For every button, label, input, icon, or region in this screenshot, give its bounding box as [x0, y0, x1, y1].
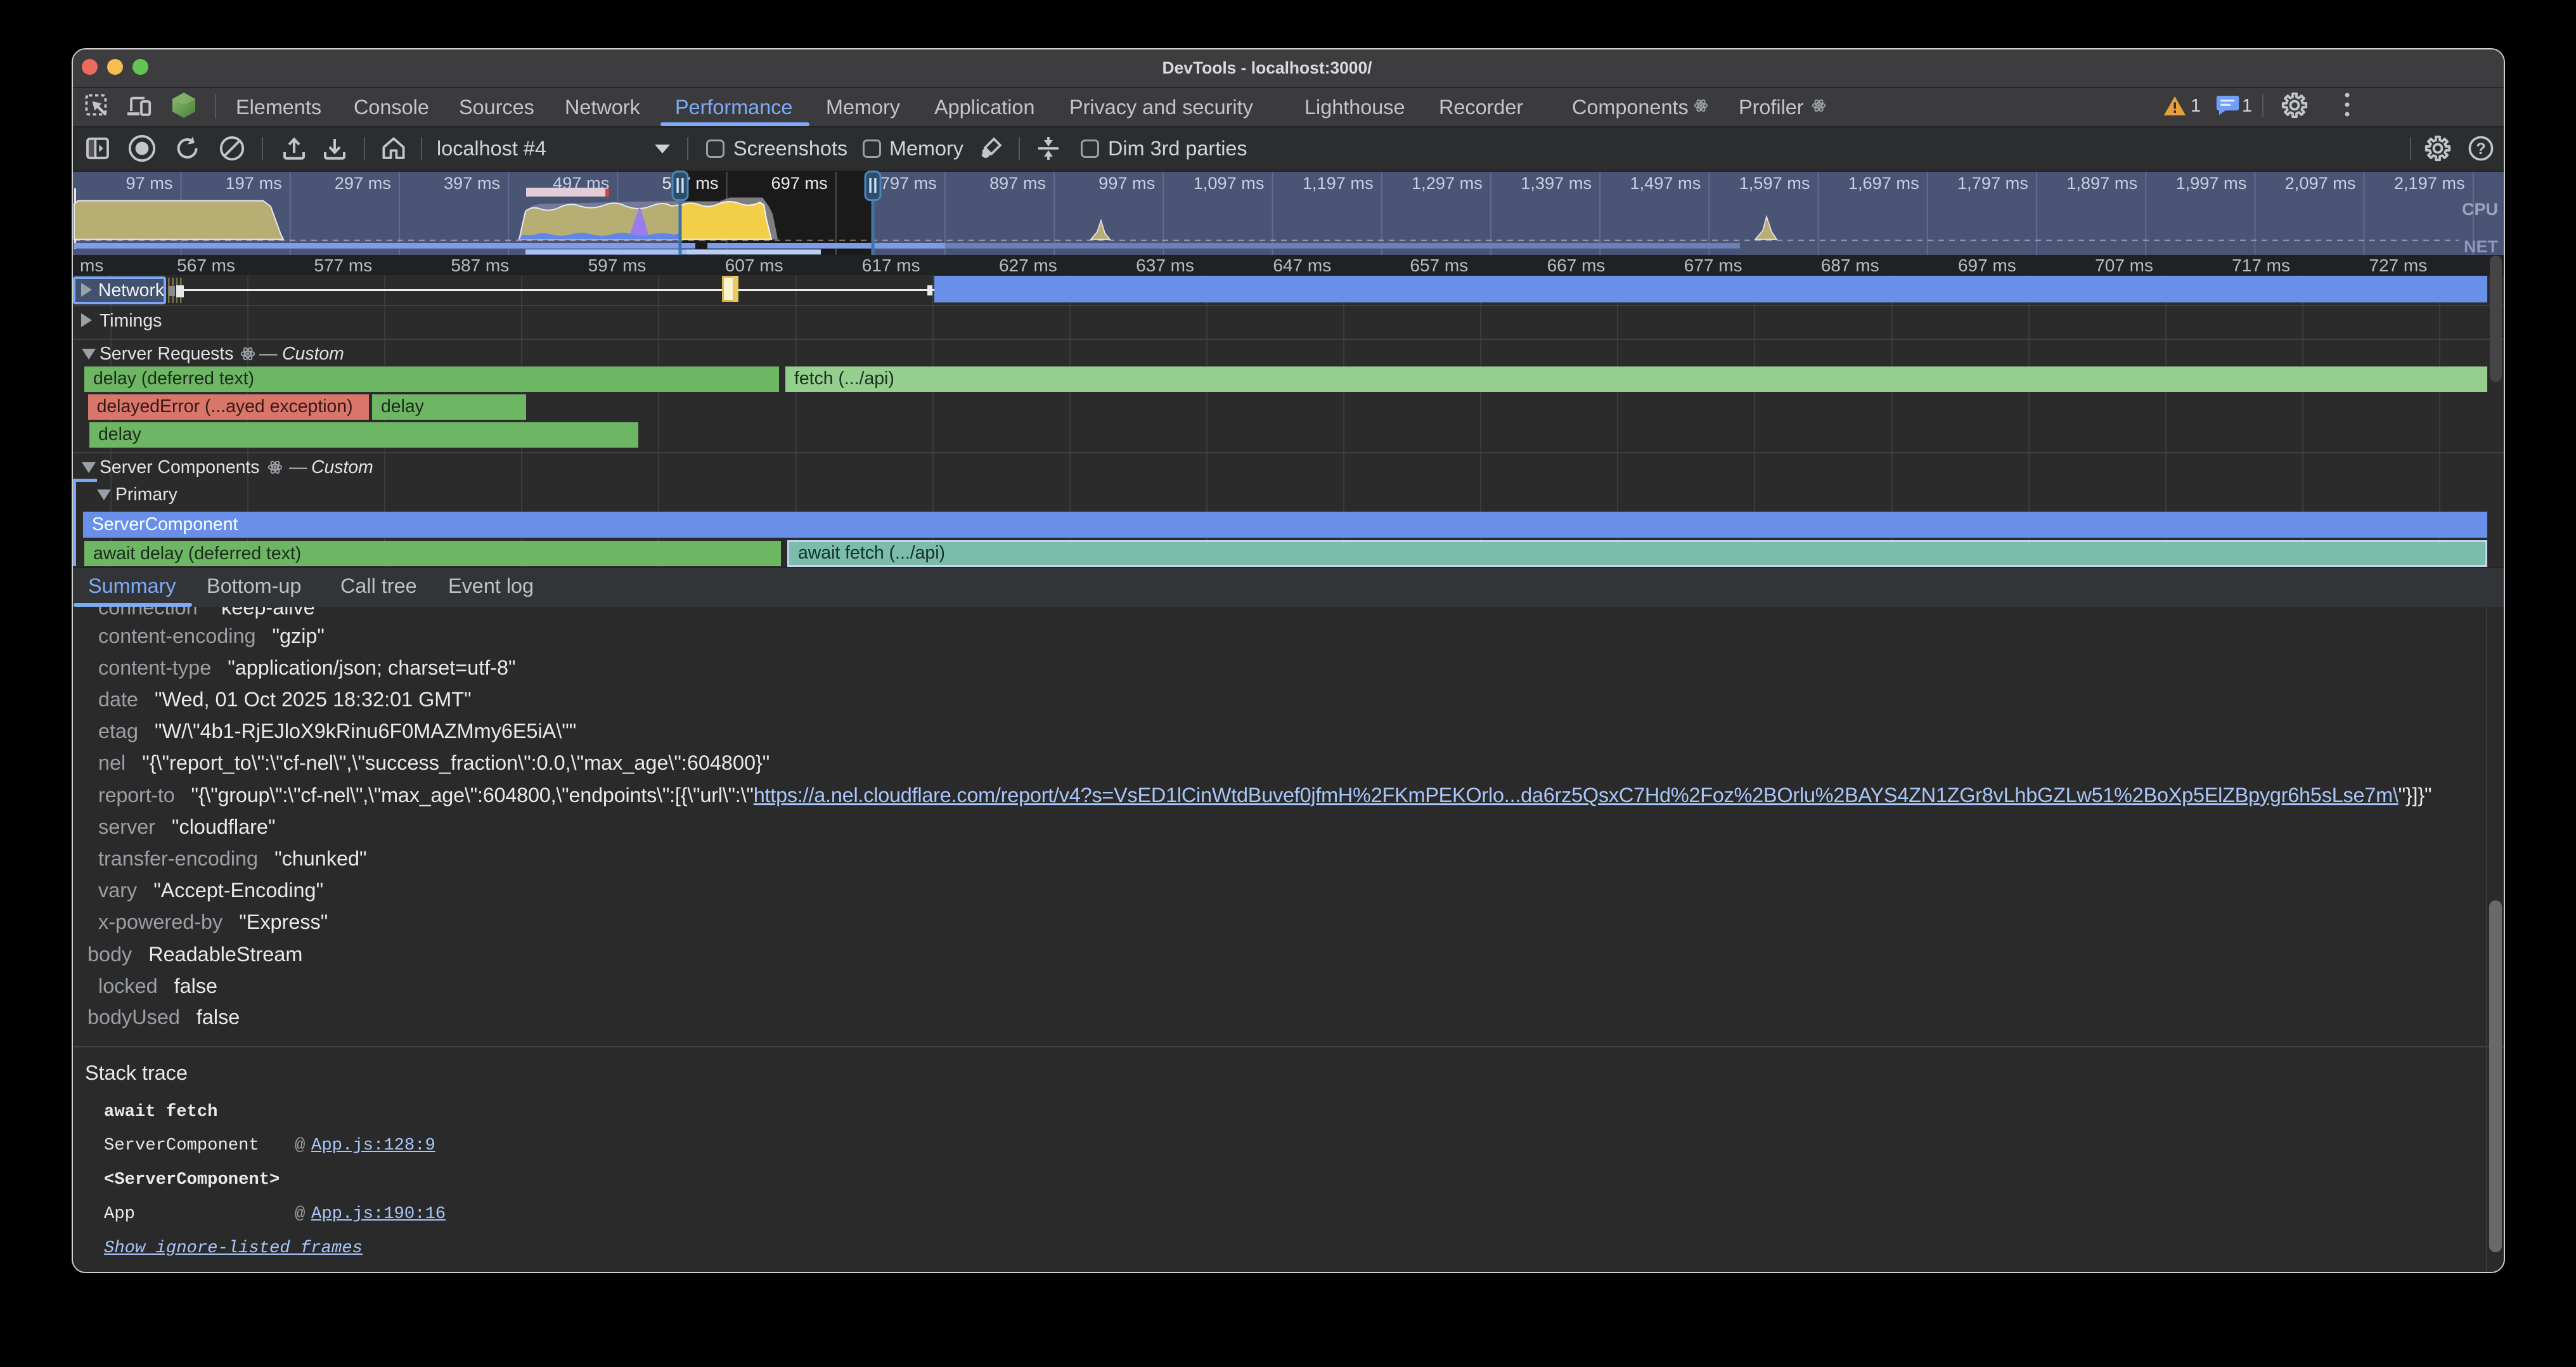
svg-text:897 ms: 897 ms — [989, 173, 1046, 193]
svg-text:797 ms: 797 ms — [880, 173, 937, 193]
svg-text:1,597 ms: 1,597 ms — [1739, 173, 1810, 193]
svg-text:1,297 ms: 1,297 ms — [1412, 173, 1483, 193]
svg-text:697 ms: 697 ms — [771, 173, 828, 193]
svg-text:1,497 ms: 1,497 ms — [1630, 173, 1701, 193]
svg-text:297 ms: 297 ms — [335, 173, 391, 193]
svg-text:1,397 ms: 1,397 ms — [1521, 173, 1592, 193]
svg-text:?: ? — [2476, 139, 2485, 157]
svg-text:997 ms: 997 ms — [1098, 173, 1155, 193]
svg-text:1,697 ms: 1,697 ms — [1848, 173, 1919, 193]
svg-text:597 ms: 597 ms — [662, 173, 718, 193]
svg-text:1,897 ms: 1,897 ms — [2066, 173, 2137, 193]
svg-text:497 ms: 497 ms — [553, 173, 609, 193]
svg-text:1,097 ms: 1,097 ms — [1194, 173, 1265, 193]
svg-text:NET: NET — [2464, 237, 2499, 255]
svg-text:2,197 ms: 2,197 ms — [2394, 173, 2465, 193]
svg-text:1,797 ms: 1,797 ms — [1957, 173, 2028, 193]
svg-text:97 ms: 97 ms — [126, 173, 172, 193]
svg-text:1,997 ms: 1,997 ms — [2175, 173, 2246, 193]
svg-text:CPU: CPU — [2462, 200, 2498, 219]
svg-text:397 ms: 397 ms — [444, 173, 500, 193]
svg-text:197 ms: 197 ms — [226, 173, 282, 193]
svg-text:2,097 ms: 2,097 ms — [2285, 173, 2356, 193]
svg-text:1,197 ms: 1,197 ms — [1303, 173, 1374, 193]
